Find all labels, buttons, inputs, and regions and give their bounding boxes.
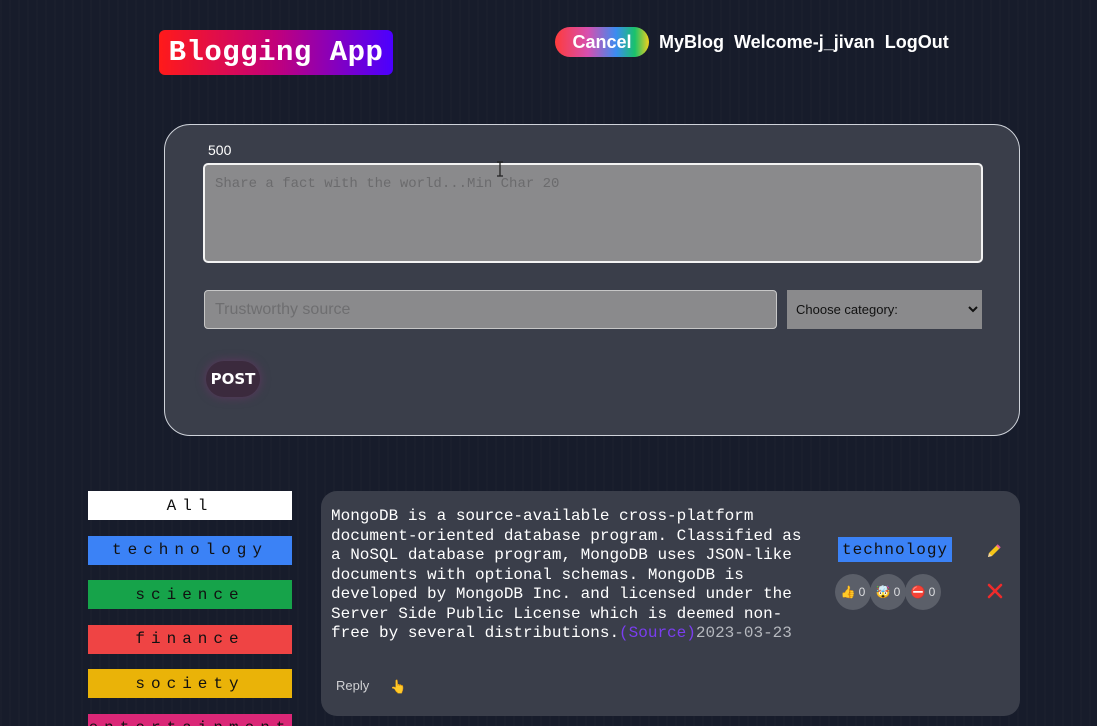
- category-finance-button[interactable]: finance: [88, 624, 292, 654]
- category-all-button[interactable]: All: [88, 491, 292, 520]
- category-select[interactable]: Choose category:: [787, 290, 982, 329]
- source-input[interactable]: [204, 290, 777, 329]
- no-entry-vote-button[interactable]: ⛔ 0: [905, 574, 941, 610]
- post-button[interactable]: POST: [206, 361, 260, 397]
- welcome-user: Welcome-j_jivan: [734, 31, 875, 52]
- char-counter: 500: [208, 142, 232, 158]
- category-society-button[interactable]: society: [88, 669, 292, 698]
- fact-body: MongoDB is a source-available cross-plat…: [331, 507, 802, 642]
- category-science-button[interactable]: science: [88, 580, 292, 609]
- cancel-button[interactable]: Cancel: [555, 27, 649, 57]
- pencil-icon[interactable]: [985, 542, 1003, 560]
- thumbs-up-icon: 👍: [840, 585, 856, 599]
- vote-count: 0: [858, 585, 866, 599]
- top-nav: Cancel MyBlog Welcome-j_jivan LogOut: [555, 27, 949, 57]
- category-filter-list: All technology science finance society e…: [88, 491, 292, 726]
- category-technology-button[interactable]: technology: [88, 535, 292, 565]
- close-icon[interactable]: [987, 583, 1003, 599]
- vote-count: 0: [928, 585, 936, 599]
- new-fact-form: 500 Choose category: POST: [164, 124, 1020, 436]
- source-link[interactable]: (Source): [619, 624, 696, 642]
- thumbs-up-vote-button[interactable]: 👍 0: [835, 574, 871, 610]
- vote-buttons: 👍 0 🤯 0 ⛔ 0: [835, 574, 941, 610]
- category-entertainment-button[interactable]: entertainment: [88, 713, 292, 726]
- fact-text: MongoDB is a source-available cross-plat…: [331, 507, 811, 644]
- reply-link[interactable]: Reply: [336, 678, 369, 693]
- logout-link[interactable]: LogOut: [885, 32, 949, 53]
- fact-tag-badge: technology: [838, 537, 953, 562]
- fact-textarea[interactable]: [203, 163, 983, 263]
- app-logo: Blogging App: [159, 30, 393, 75]
- fact-date: 2023-03-23: [695, 624, 792, 642]
- no-entry-icon: ⛔: [910, 585, 926, 599]
- vote-count: 0: [893, 585, 901, 599]
- pointing-hand-icon[interactable]: 👆: [390, 679, 406, 695]
- my-blog-link[interactable]: MyBlog: [659, 32, 724, 53]
- mind-blown-vote-button[interactable]: 🤯 0: [870, 574, 906, 610]
- fact-card: MongoDB is a source-available cross-plat…: [321, 491, 1020, 716]
- text-cursor-icon: [497, 161, 503, 177]
- mind-blown-icon: 🤯: [875, 585, 891, 599]
